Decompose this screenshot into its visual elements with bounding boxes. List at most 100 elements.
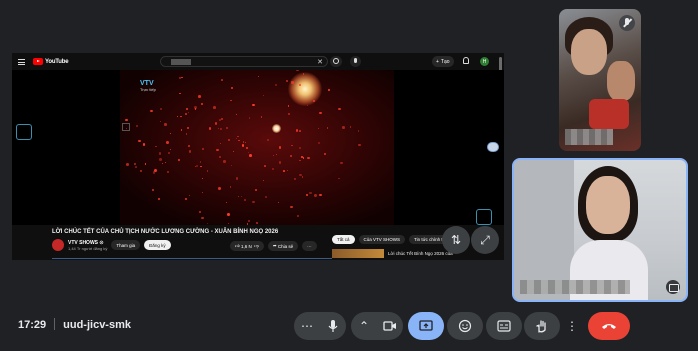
participant-tile[interactable] xyxy=(559,9,641,151)
video-progress[interactable] xyxy=(52,258,332,259)
firework-spark xyxy=(254,188,258,192)
firework-spark xyxy=(155,145,157,147)
firework-spark xyxy=(169,148,171,150)
emoji-icon xyxy=(458,319,472,333)
swap-layout-button[interactable]: ⇅ xyxy=(442,226,470,254)
menu-icon[interactable] xyxy=(18,58,25,65)
firework-spark xyxy=(213,106,217,109)
firework-spark xyxy=(180,129,183,131)
audio-options-button[interactable]: ⋯ xyxy=(294,320,320,332)
firework-spark xyxy=(227,223,229,225)
mic-button[interactable] xyxy=(320,319,346,333)
avatar[interactable]: H xyxy=(480,57,489,66)
firework-spark xyxy=(240,196,243,198)
subscribe-button[interactable]: Đăng ký xyxy=(144,240,171,250)
captions-button[interactable] xyxy=(486,312,522,340)
firework-spark xyxy=(167,151,170,154)
video-player[interactable]: VTV Trực tiếp xyxy=(12,70,504,225)
firework-spark xyxy=(300,156,303,158)
firework-spark xyxy=(206,222,208,224)
firework-spark xyxy=(262,179,264,181)
picture-in-picture-icon[interactable] xyxy=(666,280,680,294)
camera-icon xyxy=(383,321,396,331)
firework-spark xyxy=(235,177,239,180)
firework-spark xyxy=(218,187,222,190)
firework-spark xyxy=(179,92,181,94)
chip-channel[interactable]: Của VTV SHOWS xyxy=(358,235,406,244)
share-button[interactable]: ➦ Chia sẻ xyxy=(267,241,299,251)
firework-spark xyxy=(133,163,136,166)
firework-spark xyxy=(299,159,301,162)
thumb-down-icon[interactable]: 👎︎ xyxy=(254,243,259,249)
hand-icon xyxy=(536,320,546,333)
recommended-title[interactable]: Lời chúc Tết Bính Ngọ 2026 của xyxy=(388,251,453,256)
raise-hand-button[interactable] xyxy=(524,312,560,340)
filter-chips: Tất cả Của VTV SHOWS Tin tức chính trị xyxy=(332,235,451,244)
edge-handle[interactable] xyxy=(487,142,499,152)
camera-control[interactable]: ⌃ xyxy=(351,312,403,340)
firework-spark xyxy=(338,178,340,180)
join-button[interactable]: Tham gia xyxy=(111,240,141,250)
firework-spark xyxy=(291,81,294,84)
bell-icon[interactable] xyxy=(463,57,469,64)
firework-flash xyxy=(272,124,281,133)
firework-spark xyxy=(159,157,162,161)
firework-spark xyxy=(278,146,282,149)
recommended-thumbnail[interactable] xyxy=(332,249,384,258)
fullscreen-button[interactable]: ⤢ xyxy=(471,226,499,254)
firework-spark xyxy=(283,170,286,173)
shared-screen[interactable]: YouTube ✕ + Tạo H VTV Trực tiếp LỜI CHÚC T… xyxy=(12,53,504,260)
search-input[interactable]: ✕ xyxy=(160,56,328,67)
firework-spark xyxy=(199,210,202,213)
firework-spark xyxy=(188,194,190,196)
firework-spark xyxy=(230,100,232,102)
clear-icon[interactable]: ✕ xyxy=(317,58,323,66)
swap-icon: ⇅ xyxy=(450,233,462,247)
firework-spark xyxy=(180,115,182,118)
firework-spark xyxy=(278,160,282,164)
firework-spark xyxy=(220,128,223,131)
firework-spark xyxy=(238,139,240,142)
firework-spark xyxy=(187,111,190,113)
present-button[interactable] xyxy=(408,312,444,340)
youtube-logo-text: YouTube xyxy=(45,58,69,65)
like-button[interactable]: 👍︎ 1,6 N 👎︎ xyxy=(230,241,264,251)
youtube-play-icon xyxy=(33,58,43,65)
chip-all[interactable]: Tất cả xyxy=(332,235,355,244)
channel-name[interactable]: VTV SHOWS ⊙ xyxy=(68,240,107,246)
more-actions-button[interactable]: ··· xyxy=(302,241,317,251)
channel-avatar[interactable] xyxy=(52,239,64,251)
firework-spark xyxy=(248,154,252,158)
firework-spark xyxy=(246,223,249,225)
create-button[interactable]: + Tạo xyxy=(432,56,454,67)
firework-spark xyxy=(188,150,192,153)
video-frame[interactable]: VTV Trực tiếp xyxy=(120,70,394,225)
firework-spark xyxy=(159,121,162,123)
meeting-code[interactable]: uud-jicv-smk xyxy=(63,319,131,331)
focus-indicator-share[interactable] xyxy=(476,209,492,225)
firework-spark xyxy=(226,213,230,216)
firework-spark xyxy=(144,163,147,165)
focus-indicator-left[interactable] xyxy=(16,124,32,140)
firework-spark xyxy=(135,165,138,168)
firework-spark xyxy=(309,191,312,195)
like-count: 1,6 N xyxy=(240,243,252,249)
more-options-button[interactable]: ⋮ xyxy=(562,312,582,340)
end-call-button[interactable] xyxy=(588,312,630,340)
firework-spark xyxy=(319,193,322,197)
firework-spark xyxy=(272,154,274,157)
youtube-logo[interactable]: YouTube xyxy=(33,58,69,65)
mic-control[interactable]: ⋯ xyxy=(294,312,346,340)
firework-spark xyxy=(276,154,278,156)
self-view-tile[interactable] xyxy=(512,158,688,302)
recommended-video[interactable]: Lời chúc Tết Bính Ngọ 2026 của xyxy=(332,249,453,258)
firework-spark xyxy=(338,107,341,111)
camera-button[interactable] xyxy=(377,320,403,332)
firework-spark xyxy=(242,141,245,144)
voice-search-icon[interactable] xyxy=(350,56,361,67)
emoji-button[interactable] xyxy=(447,312,483,340)
firework-spark xyxy=(216,148,220,152)
search-icon[interactable] xyxy=(330,56,342,67)
video-options-button[interactable]: ⌃ xyxy=(351,320,377,332)
firework-spark xyxy=(286,79,289,82)
